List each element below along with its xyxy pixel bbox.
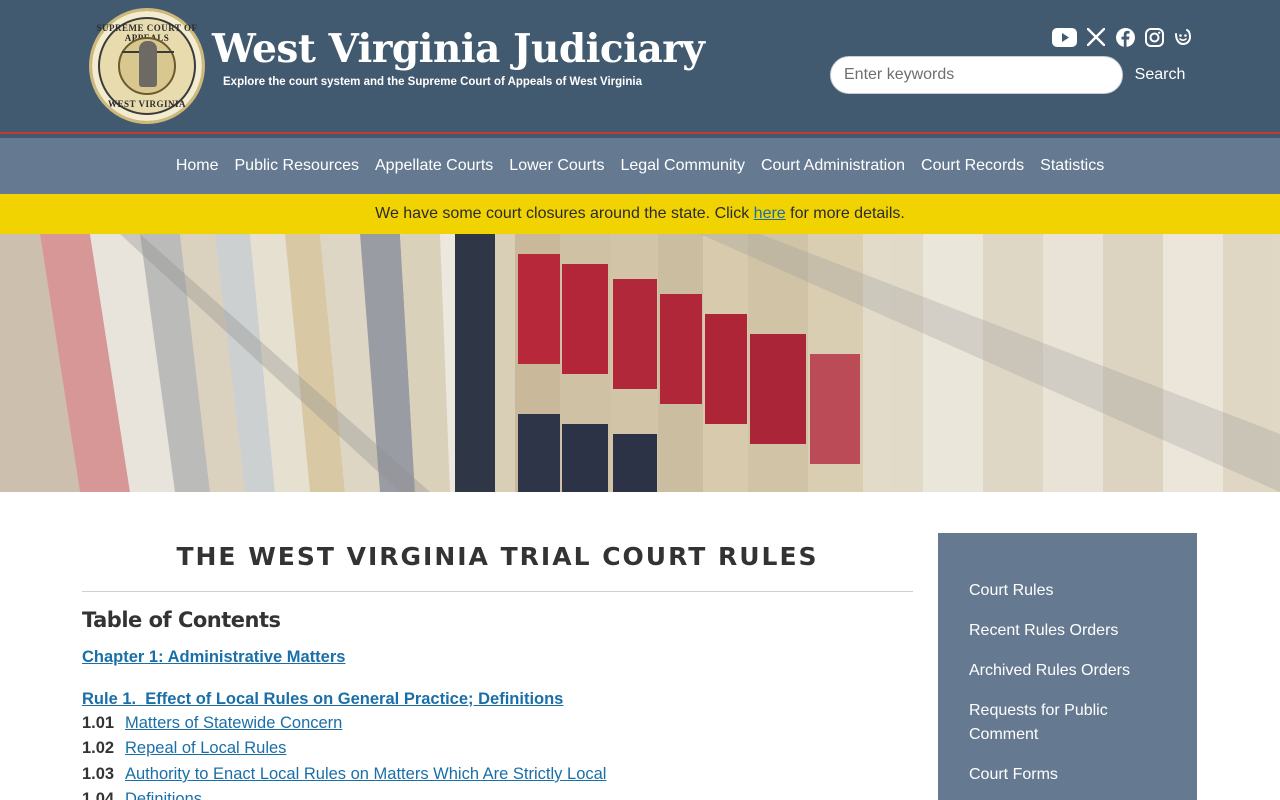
youtube-icon[interactable] — [1051, 26, 1077, 48]
nav-item-lower-courts[interactable]: Lower Courts — [501, 157, 612, 175]
alert-details-link[interactable]: here — [754, 205, 786, 223]
chapter-1-link[interactable]: Chapter 1: Administrative Matters — [82, 648, 345, 667]
sidebar-item-court-rules[interactable]: Court Rules — [938, 579, 1197, 603]
x-icon[interactable] — [1086, 26, 1106, 48]
court-rules-sidebar: Court Rules Recent Rules Orders Archived… — [938, 533, 1197, 800]
site-header: SUPREME COURT OF APPEALS WEST VIRGINIA W… — [0, 0, 1280, 132]
bookshelf-illustration — [0, 234, 1280, 492]
alert-text-after: for more details. — [785, 205, 905, 222]
rule-1-link[interactable]: Rule 1. Effect of Local Rules on General… — [82, 690, 563, 709]
sidebar-item-requests-for-public-comment[interactable]: Requests for Public Comment — [938, 699, 1197, 747]
facebook-icon[interactable] — [1115, 26, 1135, 48]
hero-bookshelf-image — [0, 234, 1280, 492]
threads-icon[interactable] — [1172, 26, 1194, 48]
nav-item-statistics[interactable]: Statistics — [1032, 157, 1112, 175]
toc-entry: 1.03 Authority to Enact Local Rules on M… — [82, 765, 606, 789]
toc-entry-number: 1.02 — [82, 739, 115, 757]
toc-entry-number: 1.01 — [82, 714, 115, 732]
toc-heading: Table of Contents — [82, 608, 281, 632]
toc-entry-link[interactable]: Definitions — [125, 790, 202, 800]
sidebar-item-recent-rules-orders[interactable]: Recent Rules Orders — [938, 619, 1197, 643]
toc-entry: 1.04 Definitions — [82, 790, 202, 800]
sidebar-item-archived-rules-orders[interactable]: Archived Rules Orders — [938, 659, 1197, 683]
nav-item-court-records[interactable]: Court Records — [913, 157, 1032, 175]
toc-entry: 1.01 Matters of Statewide Concern — [82, 714, 342, 738]
toc-entry-link[interactable]: Matters of Statewide Concern — [125, 714, 342, 733]
search-button[interactable]: Search — [1128, 60, 1192, 90]
seal-text-bottom: WEST VIRGINIA — [108, 99, 186, 109]
toc-entry-number: 1.03 — [82, 765, 115, 783]
seal-justice-figure — [139, 41, 157, 87]
toc-entry-link[interactable]: Authority to Enact Local Rules on Matter… — [125, 765, 606, 784]
toc-entry: 1.02 Repeal of Local Rules — [82, 739, 286, 763]
nav-item-court-administration[interactable]: Court Administration — [753, 157, 913, 175]
toc-entry-link[interactable]: Repeal of Local Rules — [125, 739, 286, 758]
main-navigation: Home Public Resources Appellate Courts L… — [0, 138, 1280, 194]
nav-item-home[interactable]: Home — [168, 157, 227, 175]
alert-text-before: We have some court closures around the s… — [375, 205, 754, 222]
search-input[interactable] — [830, 56, 1123, 94]
page-title: THE WEST VIRGINIA TRIAL COURT RULES — [176, 542, 819, 571]
toc-entry-number: 1.04 — [82, 790, 115, 800]
site-tagline: Explore the court system and the Supreme… — [223, 76, 642, 88]
nav-item-appellate-courts[interactable]: Appellate Courts — [367, 157, 501, 175]
site-title[interactable]: West Virginia Judiciary — [212, 26, 705, 72]
sidebar-item-court-forms[interactable]: Court Forms — [938, 763, 1197, 787]
closure-alert-banner: We have some court closures around the s… — [0, 194, 1280, 234]
nav-item-public-resources[interactable]: Public Resources — [227, 157, 368, 175]
supreme-court-seal-logo[interactable]: SUPREME COURT OF APPEALS WEST VIRGINIA — [89, 8, 205, 124]
title-divider — [82, 591, 913, 592]
instagram-icon[interactable] — [1144, 26, 1164, 48]
nav-item-legal-community[interactable]: Legal Community — [612, 157, 753, 175]
